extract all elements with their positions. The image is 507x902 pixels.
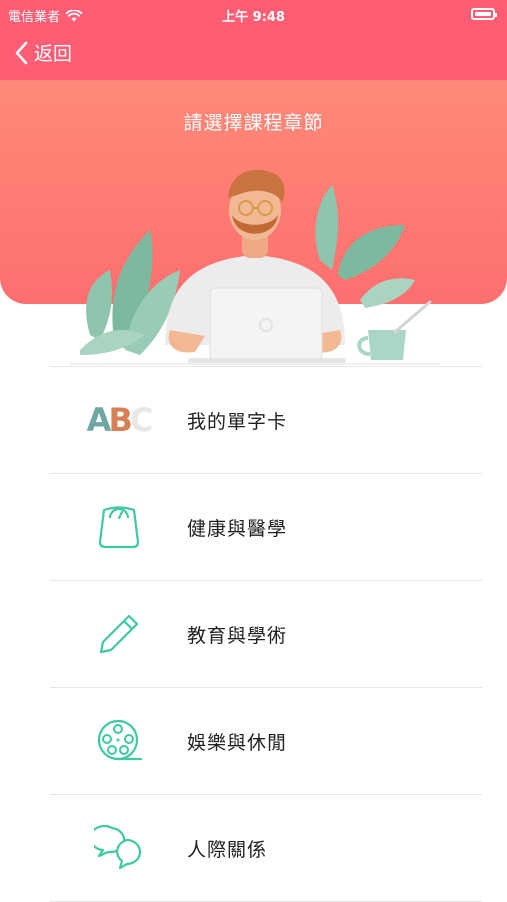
student-laptop-illustration <box>70 169 440 365</box>
clock: 上午 9:48 <box>222 10 285 25</box>
chapter-list: ABC 我的單字卡 健康與醫學 教育與學術 娛樂與休閒 人際關係 <box>50 366 482 902</box>
list-item-label: 健康與醫學 <box>187 517 288 540</box>
list-item-relationships[interactable]: 人際關係 <box>50 794 482 902</box>
back-button[interactable]: 返回 <box>14 39 72 66</box>
chat-bubbles-icon <box>50 818 187 878</box>
list-item-label: 娛樂與休閒 <box>187 731 288 754</box>
battery-icon <box>471 8 497 20</box>
chevron-left-icon <box>15 41 28 64</box>
status-bar: 電信業者 上午 9:48 <box>0 0 507 30</box>
page-title: 請選擇課程章節 <box>183 112 324 134</box>
list-item-my-flashcards[interactable]: ABC 我的單字卡 <box>50 366 482 473</box>
list-item-health-medicine[interactable]: 健康與醫學 <box>50 473 482 580</box>
abc-icon: ABC <box>86 401 154 439</box>
scale-icon <box>50 497 187 557</box>
back-label: 返回 <box>34 43 73 65</box>
list-item-label: 人際關係 <box>187 838 268 861</box>
list-item-entertainment-leisure[interactable]: 娛樂與休閒 <box>50 687 482 794</box>
list-item-education-academics[interactable]: 教育與學術 <box>50 580 482 687</box>
nav-bar: 返回 <box>0 30 507 80</box>
pencil-icon <box>50 604 187 664</box>
film-reel-icon <box>50 711 187 771</box>
list-item-label: 我的單字卡 <box>187 410 288 433</box>
list-item-label: 教育與學術 <box>187 624 288 647</box>
